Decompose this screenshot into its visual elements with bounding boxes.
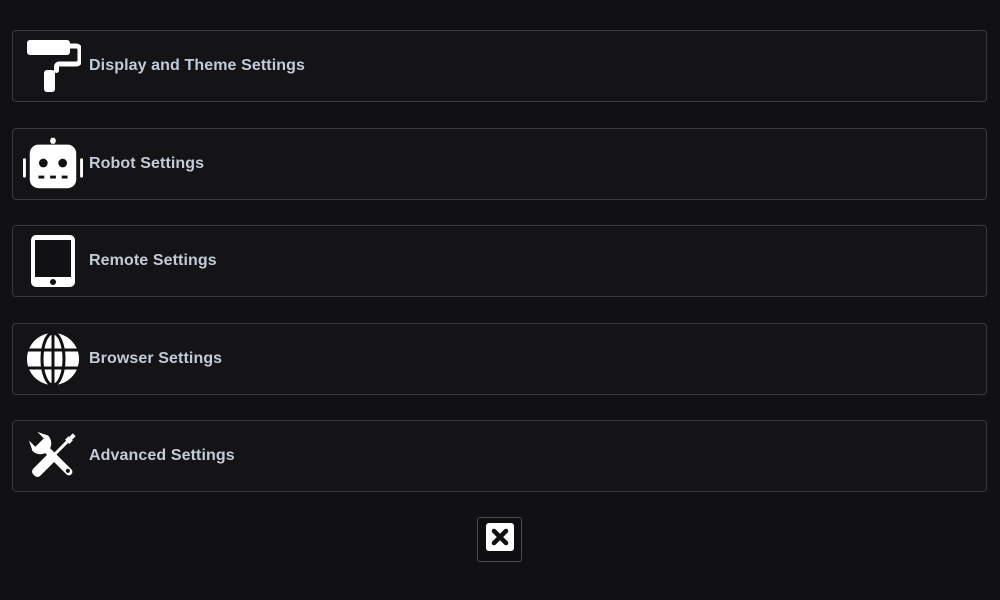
remote-settings-item[interactable]: Remote Settings bbox=[12, 225, 987, 297]
robot-settings-item[interactable]: Robot Settings bbox=[12, 127, 987, 200]
browser-settings-item[interactable]: Browser Settings bbox=[12, 322, 987, 395]
advanced-settings-item[interactable]: Advanced Settings bbox=[12, 420, 987, 492]
display-theme-settings-label: Display and Theme Settings bbox=[89, 57, 305, 74]
close-icon bbox=[485, 522, 515, 557]
browser-settings-label: Browser Settings bbox=[89, 349, 223, 367]
robot-settings-label: Robot Settings bbox=[89, 154, 205, 172]
globe-icon bbox=[23, 331, 83, 387]
tablet-icon bbox=[23, 233, 83, 289]
robot-icon bbox=[23, 136, 83, 192]
tools-icon bbox=[23, 428, 83, 484]
advanced-settings-label: Advanced Settings bbox=[89, 447, 235, 464]
display-theme-settings-item[interactable]: Display and Theme Settings bbox=[12, 30, 987, 102]
close-button[interactable] bbox=[477, 517, 522, 562]
settings-menu: Display and Theme Settings Robot Setting… bbox=[12, 30, 987, 518]
paint-roller-icon bbox=[23, 38, 83, 94]
remote-settings-label: Remote Settings bbox=[89, 252, 217, 269]
